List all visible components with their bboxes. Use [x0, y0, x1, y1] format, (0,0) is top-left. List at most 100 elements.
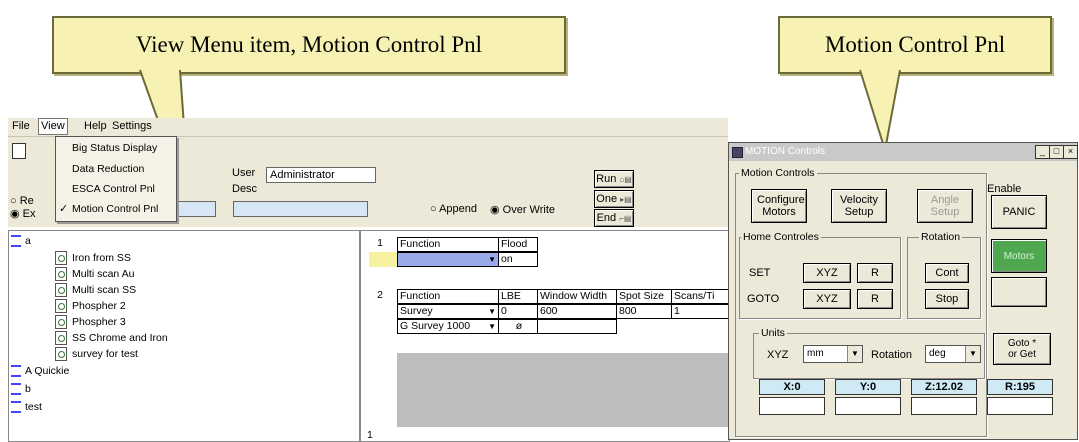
folder-icon	[11, 383, 21, 396]
angle-setup-button[interactable]: Angle Setup	[917, 189, 973, 223]
tree-item[interactable]: Phospher 2	[55, 299, 126, 313]
chevron-down-icon: ▼	[847, 346, 862, 362]
tree-item[interactable]: Iron from SS	[55, 251, 131, 265]
file-icon	[55, 347, 67, 361]
rotation-unit-value: deg	[929, 348, 946, 359]
angle-setup-label: Angle Setup	[930, 194, 960, 218]
row1-flood-value[interactable]: on	[498, 252, 538, 267]
row2-function-cell[interactable]: Survey ▼	[397, 304, 499, 319]
tree-root-label: b	[25, 383, 31, 395]
row3-function-cell[interactable]: G Survey 1000 ▼	[397, 319, 499, 334]
chevron-down-icon: ▼	[965, 346, 980, 362]
configure-motors-button[interactable]: Configure Motors	[751, 189, 807, 223]
overwrite-radio[interactable]: ◉ Over Write	[490, 203, 555, 216]
goto-xyz-button[interactable]: XYZ	[803, 289, 851, 309]
row2-scans-value[interactable]: 1	[671, 304, 729, 319]
menu-item-big-status[interactable]: Big Status Display	[56, 139, 176, 158]
rotation-stop-button[interactable]: Stop	[925, 289, 969, 309]
home-controls-label: Home Controles	[741, 231, 821, 243]
row2-window-value[interactable]: 600	[537, 304, 617, 319]
velocity-setup-button[interactable]: Velocity Setup	[831, 189, 887, 223]
xyz-units-label: XYZ	[767, 349, 789, 361]
tree-item[interactable]: SS Chrome and Iron	[55, 331, 168, 345]
motors-button-label: Motors	[1003, 250, 1035, 262]
radio-re-label: Re	[19, 195, 34, 207]
menu-item-esca-control[interactable]: ESCA Control Pnl	[56, 180, 176, 199]
close-icon[interactable]: ×	[1063, 145, 1078, 159]
rotation-cont-button[interactable]: Cont	[925, 263, 969, 283]
blank-enable-button[interactable]	[991, 277, 1047, 307]
append-radio[interactable]: ○ Append	[430, 203, 477, 215]
input-z[interactable]	[911, 397, 977, 415]
folder-icon	[11, 365, 21, 378]
set-r-button[interactable]: R	[857, 263, 893, 283]
tree-item[interactable]: Multi scan Au	[55, 267, 134, 281]
tree-root-a-label: a	[25, 235, 31, 247]
menu-file[interactable]: File	[12, 120, 30, 132]
motion-title-bar: MOTION Controls _ □ ×	[729, 143, 1078, 161]
file-icon	[55, 315, 67, 329]
xyz-unit-select[interactable]: mm ▼	[803, 345, 863, 363]
row1-flood-header: Flood	[498, 237, 538, 252]
end-button[interactable]: End ⌐▤	[594, 209, 634, 227]
row3-lbe-cell[interactable]: ø	[498, 319, 538, 334]
minimize-icon[interactable]: _	[1035, 145, 1050, 159]
radio-re[interactable]: ○ Re	[10, 195, 34, 207]
tree-item-label: survey for test	[72, 347, 138, 360]
menu-item-data-reduction[interactable]: Data Reduction	[56, 160, 176, 179]
row2-spot-value[interactable]: 800	[616, 304, 672, 319]
file-tree: a Iron from SS Multi scan Au Multi scan …	[8, 230, 360, 442]
menu-settings[interactable]: Settings	[112, 120, 152, 132]
row1-marker	[369, 252, 397, 267]
grid-empty-area	[397, 353, 729, 427]
rotation-unit-select[interactable]: deg ▼	[925, 345, 981, 363]
menu-help[interactable]: Help	[84, 120, 107, 132]
tree-root-label: test	[25, 401, 42, 413]
goto-r-button[interactable]: R	[857, 289, 893, 309]
file-icon	[55, 299, 67, 313]
radio-ex[interactable]: ◉ Ex	[10, 207, 36, 220]
file-icon	[55, 251, 67, 265]
row3-window-cell[interactable]	[537, 319, 617, 334]
input-y[interactable]	[835, 397, 901, 415]
menubar: File View Help Settings	[8, 118, 728, 137]
maximize-icon[interactable]: □	[1049, 145, 1064, 159]
motion-controls-group-label: Motion Controls	[739, 167, 817, 179]
row2-function-value: Survey	[400, 305, 433, 317]
menu-item-motion-control-label: Motion Control Pnl	[72, 203, 159, 215]
set-xyz-button[interactable]: XYZ	[803, 263, 851, 283]
goto-or-get-label: Goto * or Get	[1007, 338, 1037, 360]
tree-item[interactable]: survey for test	[55, 347, 138, 361]
readout-x: X:0	[759, 379, 825, 395]
tree-item-label: Phospher 2	[72, 299, 126, 312]
menu-item-motion-control[interactable]: ✓ Motion Control Pnl	[56, 200, 176, 219]
motors-button[interactable]: Motors	[991, 239, 1047, 273]
tree-root-a[interactable]: a	[11, 235, 31, 248]
row1-function-header: Function	[397, 237, 499, 252]
row1-function-select[interactable]: ▼	[397, 252, 499, 267]
file-icon	[55, 283, 67, 297]
menu-view[interactable]: View	[38, 118, 68, 135]
input-r[interactable]	[987, 397, 1053, 415]
motion-controls-window: MOTION Controls _ □ × Motion Controls Co…	[728, 142, 1078, 440]
new-doc-icon[interactable]	[12, 143, 26, 159]
tree-root-b[interactable]: b	[11, 383, 31, 396]
tree-root-quickie[interactable]: A Quickie	[11, 365, 69, 378]
run-button[interactable]: Run ⌂▤	[594, 170, 634, 188]
tree-item[interactable]: Multi scan SS	[55, 283, 136, 297]
user-field[interactable]: Administrator	[266, 167, 376, 183]
panic-button[interactable]: PANIC	[991, 195, 1047, 229]
desc-label: Desc	[232, 183, 258, 195]
row1-number: 1	[361, 237, 397, 252]
overwrite-label: Over Write	[502, 204, 556, 216]
enable-label: Enable	[987, 183, 1022, 195]
tree-root-test[interactable]: test	[11, 401, 42, 414]
one-button-label: One	[596, 193, 618, 205]
row2-lbe-value[interactable]: 0	[498, 304, 538, 319]
desc-field[interactable]	[233, 201, 368, 217]
rotation-units-label: Rotation	[871, 349, 912, 361]
tree-item[interactable]: Phospher 3	[55, 315, 126, 329]
input-x[interactable]	[759, 397, 825, 415]
goto-or-get-button[interactable]: Goto * or Get	[993, 333, 1051, 365]
one-button[interactable]: One ▸▤	[594, 190, 634, 208]
